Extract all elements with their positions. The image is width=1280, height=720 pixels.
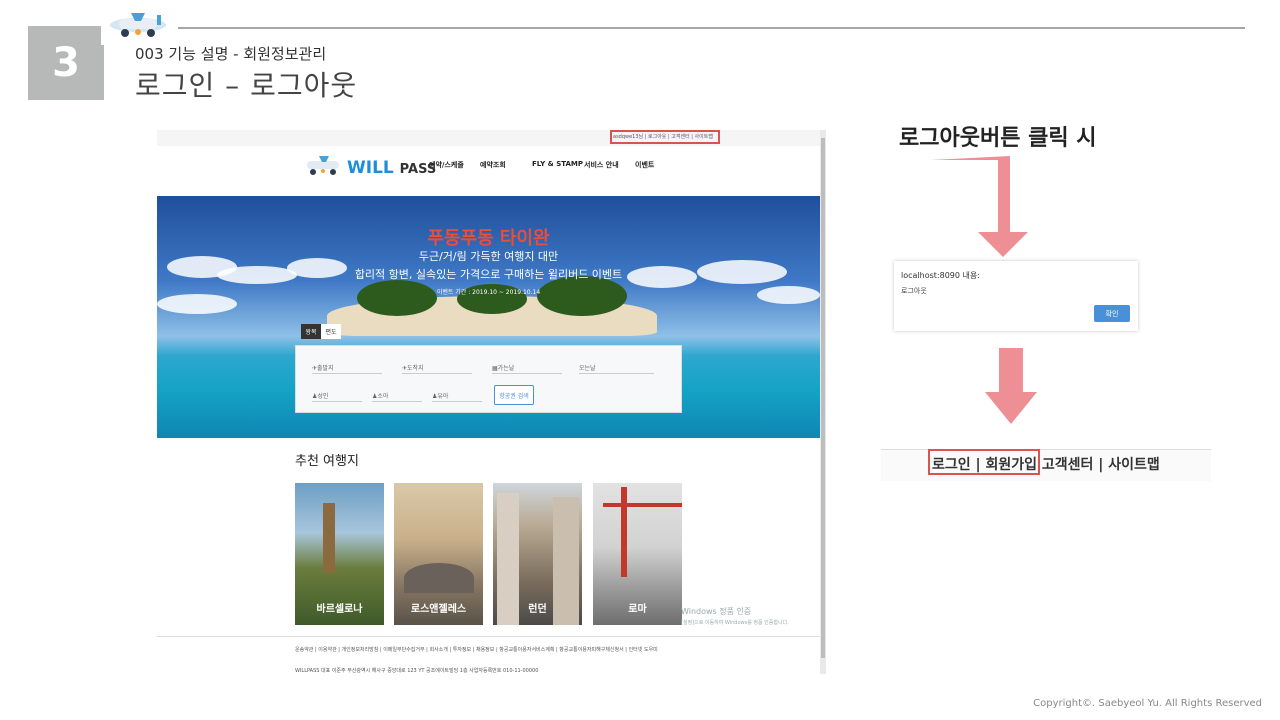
recommend-title: 추천 여행지 bbox=[295, 454, 359, 469]
adult-field[interactable]: ♟성인 bbox=[312, 391, 362, 402]
arrive-field[interactable]: ✈도착지 bbox=[402, 363, 472, 374]
palm-tree bbox=[537, 276, 627, 316]
slide-subtitle: 003 기능 설명 - 회원정보관리 bbox=[135, 45, 327, 63]
slide-number: 3 bbox=[28, 26, 104, 100]
hero-subtitle-1: 두근/거/림 가득한 여행지 대만 bbox=[418, 250, 559, 263]
highlight-box-login bbox=[928, 449, 1040, 475]
go-date-label: 가는날 bbox=[497, 365, 515, 372]
back-date-field[interactable]: 오는날 bbox=[579, 363, 654, 374]
destination-card-rome[interactable]: 로마 bbox=[593, 483, 682, 625]
bridge-tower bbox=[621, 487, 627, 577]
palm-tree bbox=[357, 280, 437, 316]
dialog-message: 로그아웃 bbox=[901, 287, 927, 295]
infant-label: 유아 bbox=[437, 393, 449, 400]
click-instruction: 로그아웃버튼 클릭 시 bbox=[899, 126, 1097, 151]
windows-watermark-title: Windows 정품 인증 bbox=[681, 607, 752, 616]
go-date-field[interactable]: ▦가는날 bbox=[492, 363, 562, 374]
site-navbar bbox=[157, 146, 820, 197]
card-label: 로마 bbox=[628, 604, 647, 615]
destination-card-london[interactable]: 런던 bbox=[493, 483, 582, 625]
destination-card-barcelona[interactable]: 바르셀로나 bbox=[295, 483, 384, 625]
slide-title: 로그인 – 로그아웃 bbox=[135, 69, 358, 102]
nav-event[interactable]: 이벤트 bbox=[635, 160, 654, 170]
website-screenshot: asdqwe13님 | 로그아웃 | 고객센터 | 사이트맵 WILL PASS… bbox=[157, 130, 826, 674]
site-logo[interactable]: WILL PASS bbox=[347, 158, 436, 178]
card-label: 바르셀로나 bbox=[316, 604, 363, 615]
adult-label: 성인 bbox=[317, 393, 329, 400]
cloud bbox=[157, 294, 237, 314]
highlight-box-logout bbox=[610, 130, 720, 144]
child-field[interactable]: ♟소아 bbox=[372, 391, 422, 402]
flight-search-button[interactable]: 항공권 검색 bbox=[494, 385, 534, 405]
down-arrow-icon bbox=[985, 348, 1037, 424]
hero-date: 이벤트 기간 : 2019.10 ~ 2019.10.14 bbox=[436, 289, 541, 296]
footer-links[interactable]: 운송약관 | 이용약관 | 개인정보처리방침 | 이메일무단수집거부 | 회사소… bbox=[295, 646, 658, 653]
bridge-deck bbox=[603, 503, 682, 507]
card-label: 런던 bbox=[528, 604, 547, 615]
footer-company-info: WILLPASS 대표 이준주 부산광역시 해사구 중앙대로 123 YT 공조… bbox=[295, 668, 539, 674]
tab-round-trip[interactable]: 왕복 bbox=[301, 324, 321, 339]
alert-dialog: localhost:8090 내용: 로그아웃 확인 bbox=[894, 261, 1138, 331]
result-bar-bottom bbox=[881, 481, 1211, 492]
nav-service-info[interactable]: 서비스 안내 bbox=[584, 160, 619, 170]
header-divider bbox=[178, 27, 1245, 29]
infant-field[interactable]: ♟유아 bbox=[432, 391, 482, 402]
back-date-label: 오는날 bbox=[579, 365, 596, 372]
scrollbar-thumb[interactable] bbox=[821, 138, 825, 658]
church-tower bbox=[323, 503, 335, 573]
windows-watermark-sub: [설정]으로 이동하여 Windows를 정품 인증합니다. bbox=[681, 620, 789, 626]
support-sitemap-links[interactable]: 고객센터 | 사이트맵 bbox=[1037, 457, 1160, 473]
nav-reservation-lookup[interactable]: 예약조회 bbox=[480, 160, 506, 170]
nav-fly-stamp[interactable]: FLY & STAMP bbox=[532, 160, 583, 168]
site-plane-icon bbox=[303, 152, 345, 178]
dialog-title: localhost:8090 내용: bbox=[901, 271, 980, 280]
site-top-bar bbox=[157, 130, 820, 146]
depart-field[interactable]: ✈출발지 bbox=[312, 363, 382, 374]
card-label: 로스앤젤레스 bbox=[410, 604, 467, 615]
airplane-logo-icon bbox=[101, 1, 175, 45]
copyright: Copyright©. Saebyeol Yu. All Rights Rese… bbox=[1033, 698, 1262, 709]
nav-reservation[interactable]: 예약/스케줄 bbox=[429, 160, 464, 170]
arrive-label: 도착지 bbox=[407, 365, 424, 372]
hero-subtitle-2: 합리적 항변, 실속있는 가격으로 구매하는 윌리버드 이벤트 bbox=[354, 268, 623, 281]
dialog-ok-button[interactable]: 확인 bbox=[1094, 305, 1130, 322]
hero-title: 푸동푸동 타이완 bbox=[427, 228, 550, 249]
skate-bowl bbox=[404, 563, 474, 593]
destination-card-los-angeles[interactable]: 로스앤젤레스 bbox=[394, 483, 483, 625]
footer-divider bbox=[157, 636, 820, 637]
site-logo-main: WILL bbox=[347, 158, 394, 178]
flight-search-panel: ✈출발지 ✈도착지 ▦가는날 오는날 ♟성인 ♟소아 ♟유아 항공권 검색 bbox=[295, 345, 682, 413]
child-label: 소아 bbox=[377, 393, 389, 400]
tab-one-way[interactable]: 편도 bbox=[321, 324, 341, 339]
curved-arrow-icon bbox=[930, 155, 1030, 260]
depart-label: 출발지 bbox=[317, 365, 334, 372]
